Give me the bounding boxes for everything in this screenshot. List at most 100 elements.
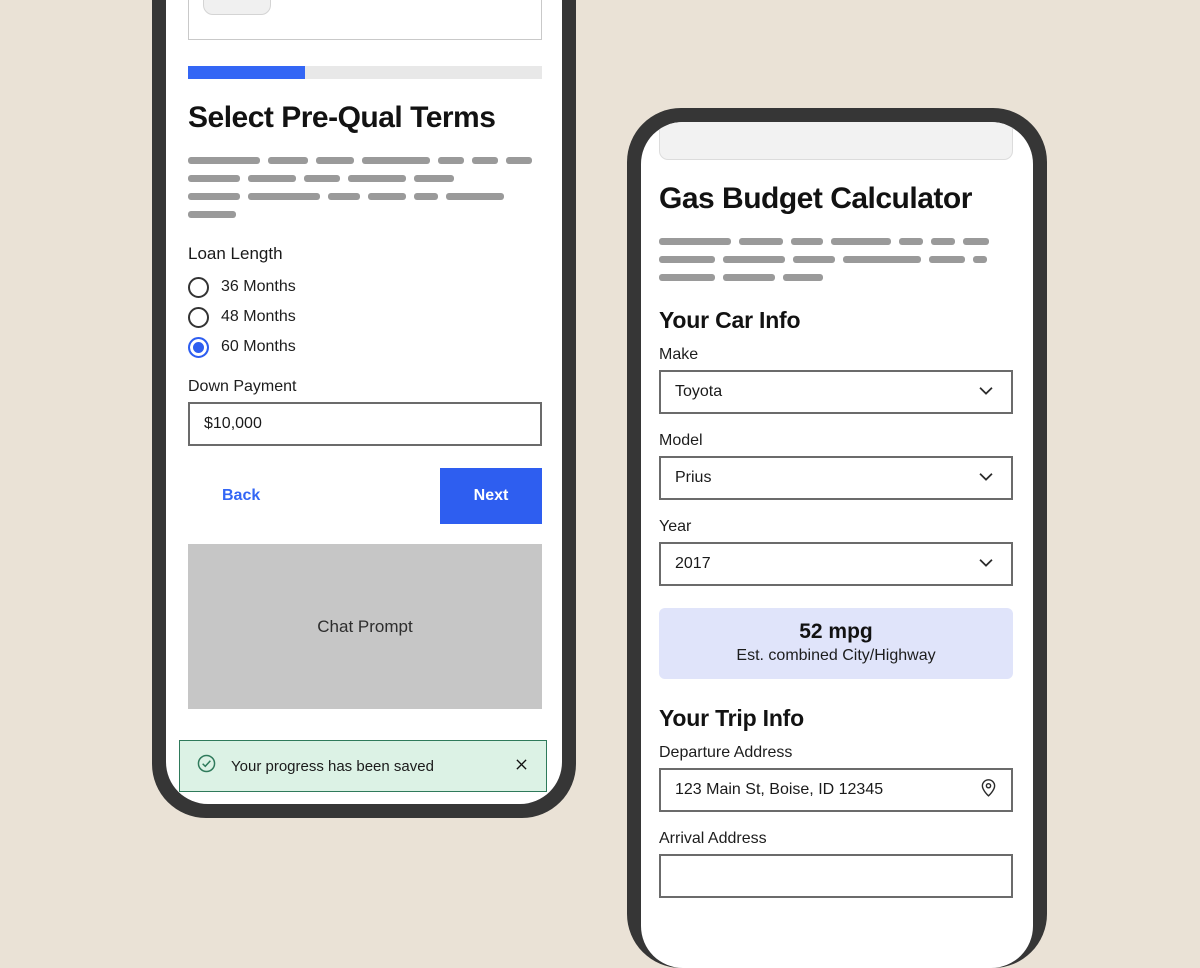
placeholder-line xyxy=(659,256,1013,263)
placeholder-bar xyxy=(929,256,965,263)
placeholder-line xyxy=(188,175,542,182)
model-value: Prius xyxy=(675,469,712,486)
image-placeholder-icon xyxy=(203,0,271,15)
placeholder-bar xyxy=(304,175,340,182)
down-payment-input[interactable]: $10,000 xyxy=(188,402,542,446)
placeholder-bar xyxy=(739,238,783,245)
departure-address-input[interactable]: 123 Main St, Boise, ID 12345 xyxy=(659,768,1013,812)
placeholder-line xyxy=(188,193,542,200)
placeholder-bar xyxy=(188,193,240,200)
loan-length-option-label: 48 Months xyxy=(221,308,296,325)
placeholder-bar xyxy=(188,157,260,164)
radio-unselected-icon[interactable] xyxy=(188,306,209,328)
loan-length-option-1[interactable]: 48 Months xyxy=(188,302,542,332)
year-label: Year xyxy=(659,518,692,535)
make-label: Make xyxy=(659,346,699,363)
placeholder-line xyxy=(188,157,542,164)
placeholder-bar xyxy=(362,157,430,164)
down-payment-label: Down Payment xyxy=(188,378,297,395)
placeholder-bar xyxy=(963,238,989,245)
prequal-screen: Nissan Elantra $Price, Year Select Pre-Q… xyxy=(188,0,542,709)
radio-unselected-icon[interactable] xyxy=(188,276,209,298)
make-field: Make Toyota xyxy=(659,346,1013,414)
placeholder-bar xyxy=(506,157,532,164)
make-select[interactable]: Toyota xyxy=(659,370,1013,414)
close-icon[interactable] xyxy=(513,756,530,777)
browser-url-bar[interactable] xyxy=(659,122,1013,160)
placeholder-bar xyxy=(831,238,891,245)
down-payment-value: $10,000 xyxy=(204,415,262,432)
left-phone-screen: Nissan Elantra $Price, Year Select Pre-Q… xyxy=(166,0,562,804)
placeholder-line xyxy=(659,238,1013,245)
placeholder-bar xyxy=(659,256,715,263)
progress-bar-fill xyxy=(188,66,305,79)
chevron-down-icon[interactable] xyxy=(975,379,997,406)
loan-length-label: Loan Length xyxy=(188,244,283,263)
car-info-fields: Make Toyota Model Prius Year 2017 xyxy=(659,346,1013,586)
placeholder-bar xyxy=(446,193,504,200)
arrival-address-input[interactable] xyxy=(659,854,1013,898)
placeholder-bar xyxy=(248,193,320,200)
vehicle-subtitle: $Price, Year xyxy=(287,0,404,2)
departure-address-label: Departure Address xyxy=(659,744,793,761)
placeholder-bar xyxy=(723,274,775,281)
placeholder-bar xyxy=(659,274,715,281)
year-field: Year 2017 xyxy=(659,518,1013,586)
placeholder-line xyxy=(659,274,1013,281)
right-phone-screen: Gas Budget Calculator Your Car Info Make… xyxy=(641,122,1033,968)
placeholder-bar xyxy=(316,157,354,164)
placeholder-paragraph xyxy=(188,157,542,218)
make-value: Toyota xyxy=(675,383,723,400)
model-field: Model Prius xyxy=(659,432,1013,500)
arrival-address-label: Arrival Address xyxy=(659,830,767,847)
loan-length-radio-group[interactable]: 36 Months 48 Months 60 Months xyxy=(188,272,542,362)
progress-bar xyxy=(188,66,542,79)
placeholder-bar xyxy=(973,256,987,263)
placeholder-bar xyxy=(793,256,835,263)
placeholder-bar xyxy=(414,175,454,182)
placeholder-bar xyxy=(328,193,360,200)
screenshot-canvas: Nissan Elantra $Price, Year Select Pre-Q… xyxy=(0,0,1200,968)
back-button[interactable]: Back xyxy=(188,487,260,505)
left-phone-frame: Nissan Elantra $Price, Year Select Pre-Q… xyxy=(152,0,576,818)
placeholder-bar xyxy=(188,211,236,218)
trip-info-section-title: Your Trip Info xyxy=(659,705,804,731)
loan-length-option-0[interactable]: 36 Months xyxy=(188,272,542,302)
placeholder-bar xyxy=(368,193,406,200)
placeholder-bar xyxy=(414,193,438,200)
chat-prompt-placeholder[interactable]: Chat Prompt xyxy=(188,544,542,709)
departure-address-value: 123 Main St, Boise, ID 12345 xyxy=(675,781,884,798)
placeholder-bar xyxy=(723,256,785,263)
placeholder-bar xyxy=(348,175,406,182)
placeholder-bar xyxy=(472,157,498,164)
placeholder-bar xyxy=(783,274,823,281)
placeholder-bar xyxy=(248,175,296,182)
loan-length-option-label: 60 Months xyxy=(221,338,296,355)
placeholder-bar xyxy=(268,157,308,164)
placeholder-bar xyxy=(843,256,921,263)
toast-notification: Your progress has been saved xyxy=(179,740,547,792)
vehicle-meta: Nissan Elantra $Price, Year xyxy=(287,0,404,2)
year-value: 2017 xyxy=(675,555,711,572)
mpg-value: 52 mpg xyxy=(799,620,873,643)
radio-selected-icon[interactable] xyxy=(188,336,209,358)
next-button[interactable]: Next xyxy=(440,468,542,524)
model-select[interactable]: Prius xyxy=(659,456,1013,500)
vehicle-summary-card[interactable]: Nissan Elantra $Price, Year xyxy=(188,0,542,40)
chevron-down-icon[interactable] xyxy=(975,465,997,492)
location-pin-icon[interactable] xyxy=(978,777,999,803)
check-circle-icon xyxy=(196,753,217,779)
placeholder-bar xyxy=(931,238,955,245)
loan-length-option-2[interactable]: 60 Months xyxy=(188,332,542,362)
placeholder-line xyxy=(188,211,542,218)
chevron-down-icon[interactable] xyxy=(975,551,997,578)
toast-message: Your progress has been saved xyxy=(231,757,434,775)
year-select[interactable]: 2017 xyxy=(659,542,1013,586)
right-phone-frame: Gas Budget Calculator Your Car Info Make… xyxy=(627,108,1047,968)
mpg-callout: 52 mpg Est. combined City/Highway xyxy=(659,608,1013,679)
gas-calculator-screen: Gas Budget Calculator Your Car Info Make… xyxy=(659,122,1013,898)
mpg-caption: Est. combined City/Highway xyxy=(736,647,936,664)
placeholder-bar xyxy=(188,175,240,182)
loan-length-option-label: 36 Months xyxy=(221,278,296,295)
car-info-section-title: Your Car Info xyxy=(659,307,801,333)
